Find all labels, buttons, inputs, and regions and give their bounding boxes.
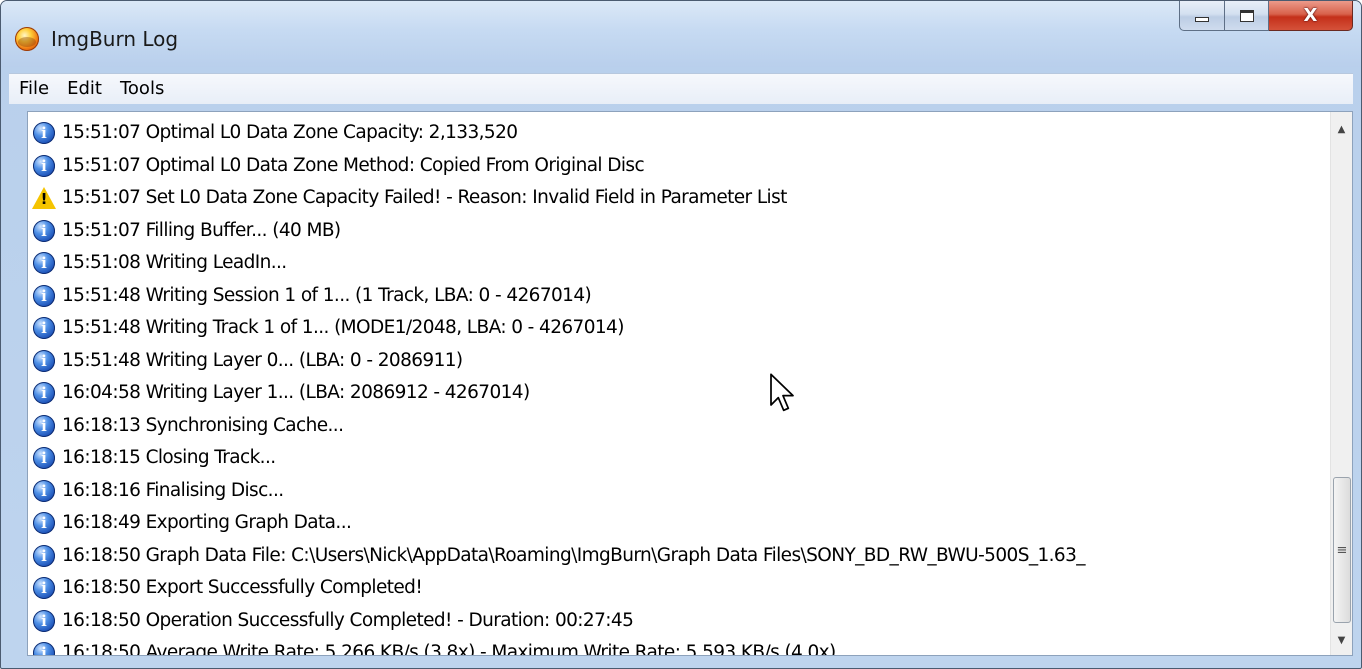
scroll-down-arrow-icon[interactable]: ▼ xyxy=(1331,629,1352,651)
info-icon: i xyxy=(33,414,55,437)
log-row[interactable]: i 15:51:48 Writing Session 1 of 1... (1 T… xyxy=(28,280,1330,313)
log-message: 15:51:48 Writing Layer 0... (LBA: 0 - 20… xyxy=(62,349,463,371)
info-icon: i xyxy=(33,512,55,535)
log-row[interactable]: i 16:18:16 Finalising Disc... xyxy=(28,475,1330,508)
minimize-icon xyxy=(1195,17,1209,22)
log-message: 16:18:15 Closing Track... xyxy=(62,447,276,469)
menu-edit[interactable]: Edit xyxy=(58,74,111,104)
log-row[interactable]: i 16:18:50 Average Write Rate: 5,266 KB/s… xyxy=(28,637,1330,655)
close-icon: X xyxy=(1303,5,1318,26)
info-icon: i xyxy=(33,479,55,502)
log-message: 16:18:50 Operation Successfully Complete… xyxy=(62,609,634,631)
imgburn-log-window: ImgBurn Log X File Edit Tools i 15:51:07 … xyxy=(0,0,1362,669)
log-message: 16:04:58 Writing Layer 1... (LBA: 208691… xyxy=(62,382,530,404)
info-icon: i xyxy=(33,544,55,567)
log-message: 15:51:07 Set L0 Data Zone Capacity Faile… xyxy=(62,187,787,209)
info-icon: i xyxy=(33,447,55,470)
scroll-thumb[interactable]: ≡ xyxy=(1333,477,1351,623)
title-bar[interactable]: ImgBurn Log X xyxy=(1,1,1361,67)
menu-file[interactable]: File xyxy=(9,74,58,104)
log-row[interactable]: i 16:18:50 Graph Data File: C:\Users\Nick… xyxy=(28,540,1330,573)
menu-tools[interactable]: Tools xyxy=(111,74,173,104)
scroll-up-arrow-icon[interactable]: ▲ xyxy=(1331,118,1352,140)
log-message: 16:18:50 Graph Data File: C:\Users\Nick\… xyxy=(62,544,1086,566)
grip-icon: ≡ xyxy=(1336,542,1348,558)
log-list[interactable]: i 15:51:07 Optimal L0 Data Zone Capacity:… xyxy=(28,117,1330,655)
log-row[interactable]: i 16:18:50 Export Successfully Completed! xyxy=(28,572,1330,605)
info-icon: i xyxy=(33,252,55,275)
maximize-button[interactable] xyxy=(1225,1,1269,31)
log-row[interactable]: i 16:04:58 Writing Layer 1... (LBA: 20869… xyxy=(28,377,1330,410)
log-panel[interactable]: i 15:51:07 Optimal L0 Data Zone Capacity:… xyxy=(27,111,1353,656)
log-row[interactable]: i 16:18:50 Operation Successfully Complet… xyxy=(28,605,1330,638)
log-row[interactable]: i 16:18:49 Exporting Graph Data... xyxy=(28,507,1330,540)
mouse-pointer-icon xyxy=(770,373,794,412)
info-icon: i xyxy=(33,317,55,340)
warning-icon: ! xyxy=(32,187,56,210)
close-button[interactable]: X xyxy=(1269,1,1353,31)
log-row[interactable]: i 15:51:07 Optimal L0 Data Zone Capacity:… xyxy=(28,117,1330,150)
log-row[interactable]: ! 15:51:07 Set L0 Data Zone Capacity Fail… xyxy=(28,182,1330,215)
log-row[interactable]: i 15:51:07 Filling Buffer... (40 MB) xyxy=(28,215,1330,248)
exclamation-glyph: ! xyxy=(40,190,48,209)
log-row[interactable]: i 16:18:13 Synchronising Cache... xyxy=(28,410,1330,443)
log-message: 16:18:13 Synchronising Cache... xyxy=(62,414,344,436)
log-message: 15:51:48 Writing Session 1 of 1... (1 Tr… xyxy=(62,284,592,306)
log-message: 16:18:49 Exporting Graph Data... xyxy=(62,512,352,534)
log-row[interactable]: i 16:18:15 Closing Track... xyxy=(28,442,1330,475)
log-message: 16:18:50 Export Successfully Completed! xyxy=(62,577,423,599)
info-icon: i xyxy=(33,284,55,307)
info-icon: i xyxy=(33,609,55,632)
minimize-button[interactable] xyxy=(1179,1,1225,31)
info-icon: i xyxy=(33,577,55,600)
caption-buttons: X xyxy=(1179,1,1353,31)
info-icon: i xyxy=(33,154,55,177)
info-icon: i xyxy=(33,642,55,655)
imgburn-app-icon[interactable] xyxy=(15,27,39,51)
log-row[interactable]: i 15:51:07 Optimal L0 Data Zone Method: C… xyxy=(28,150,1330,183)
info-icon: i xyxy=(33,382,55,405)
log-row[interactable]: i 15:51:08 Writing LeadIn... xyxy=(28,247,1330,280)
log-message: 16:18:16 Finalising Disc... xyxy=(62,479,284,501)
log-message: 16:18:50 Average Write Rate: 5,266 KB/s … xyxy=(62,642,836,655)
vertical-scrollbar[interactable]: ▲ ≡ ▼ xyxy=(1330,112,1352,655)
log-row[interactable]: i 15:51:48 Writing Layer 0... (LBA: 0 - 2… xyxy=(28,345,1330,378)
maximize-icon xyxy=(1239,9,1254,22)
log-row[interactable]: i 15:51:48 Writing Track 1 of 1... (MODE1… xyxy=(28,312,1330,345)
log-message: 15:51:48 Writing Track 1 of 1... (MODE1/… xyxy=(62,317,624,339)
log-message: 15:51:07 Filling Buffer... (40 MB) xyxy=(62,219,341,241)
info-icon: i xyxy=(33,219,55,242)
window-title: ImgBurn Log xyxy=(51,27,179,51)
log-message: 15:51:07 Optimal L0 Data Zone Capacity: … xyxy=(62,122,518,144)
info-icon: i xyxy=(33,349,55,372)
info-icon: i xyxy=(33,122,55,145)
log-message: 15:51:07 Optimal L0 Data Zone Method: Co… xyxy=(62,154,645,176)
log-message: 15:51:08 Writing LeadIn... xyxy=(62,252,287,274)
menu-bar: File Edit Tools xyxy=(9,73,1353,104)
